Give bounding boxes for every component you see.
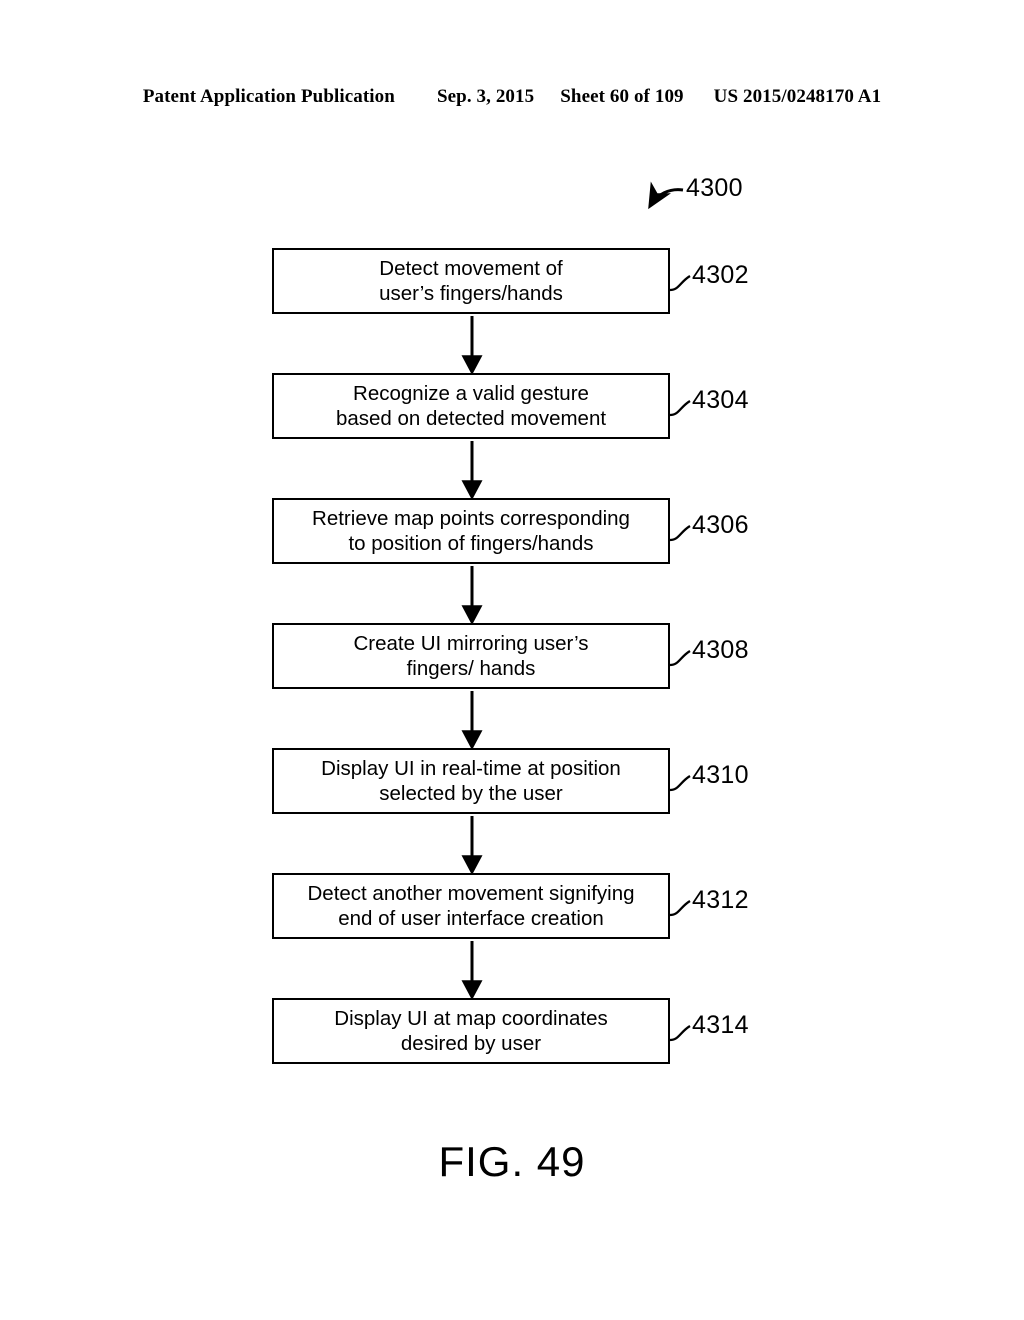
leader-line-4310 [669,775,691,792]
flow-node-4306: Retrieve map points corresponding to pos… [272,498,670,564]
figure-caption: FIG. 49 [438,1138,586,1185]
flow-node-label: Detect movement of user’s fingers/hands [379,257,563,305]
flow-node-label: Recognize a valid gesture based on detec… [335,382,607,430]
flow-node-4308: Create UI mirroring user’s fingers/ hand… [272,623,670,689]
leader-line-4314 [669,1025,691,1042]
flow-ref-label: 4300 [686,174,743,202]
leader-line-4312 [669,900,691,917]
flow-node-4310: Display UI in real-time at position sele… [272,748,670,814]
flow-node-4302: Detect movement of user’s fingers/hands [272,248,670,314]
flowchart-diagram: 4300 Detect movement of user’s fingers/h… [0,0,1024,1320]
leader-line-4302 [669,275,691,292]
flow-node-label: Create UI mirroring user’s fingers/ hand… [353,632,589,680]
flow-node-label: Retrieve map points corresponding to pos… [312,507,630,555]
flow-node-label: Detect another movement signifying end o… [307,882,635,930]
ref-label-4304: 4304 [692,386,749,414]
leader-line-4308 [669,650,691,667]
flow-node-label: Display UI in real-time at position sele… [321,757,621,805]
leader-line-4304 [669,400,691,417]
flow-node-4314: Display UI at map coordinates desired by… [272,998,670,1064]
ref-label-4306: 4306 [692,511,749,539]
ref-label-4314: 4314 [692,1011,749,1039]
flow-node-label: Display UI at map coordinates desired by… [334,1007,608,1055]
flow-ref-leader-line [648,181,684,210]
ref-label-4302: 4302 [692,261,749,289]
flow-node-4312: Detect another movement signifying end o… [272,873,670,939]
leader-line-4306 [669,525,691,542]
ref-label-4310: 4310 [692,761,749,789]
ref-label-4308: 4308 [692,636,749,664]
flow-node-4304: Recognize a valid gesture based on detec… [272,373,670,439]
ref-label-4312: 4312 [692,886,749,914]
